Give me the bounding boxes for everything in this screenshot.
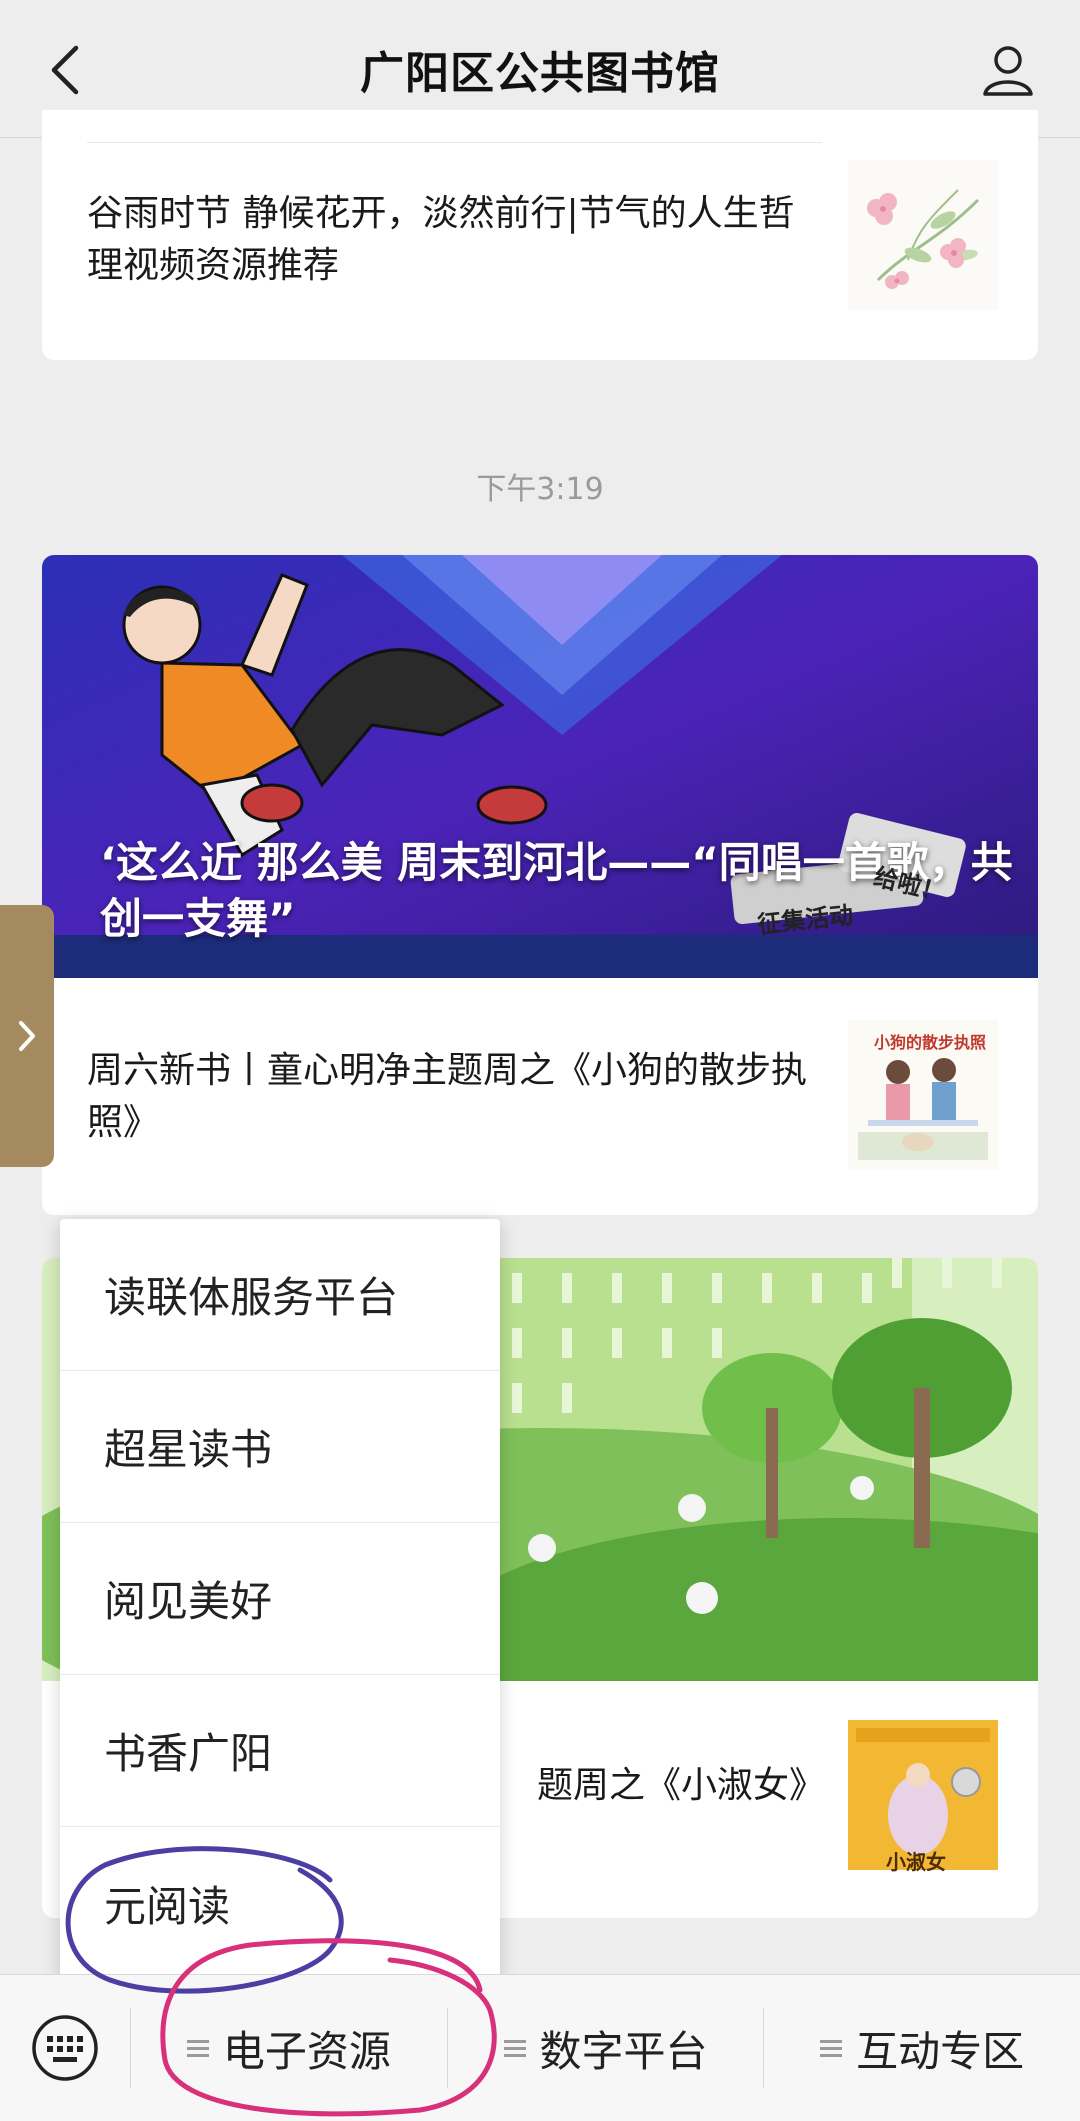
menu-item-shuxiang[interactable]: 书香广阳 [60,1675,500,1827]
message-timestamp: 下午3:19 [476,472,604,507]
flower-illustration-icon [848,160,998,310]
article-card-featured[interactable]: ‘这么近 那么美 周末到河北——“同唱一首歌，共创一支舞” 征集活动 给啦！ 周… [42,555,1038,1215]
article-card-previous[interactable]: 谷雨时节 静候花开，淡然前行|节气的人生哲理视频资源推荐 [42,110,1038,360]
menu-item-chaoxing[interactable]: 超星读书 [60,1371,500,1523]
menu-item-yuanyuedu[interactable]: 元阅读 [60,1827,500,1979]
bottom-menu-bar: 电子资源 数字平台 互动专区 [0,1974,1080,2121]
tab-label: 互动专区 [856,2026,1025,2076]
menu-item-yuejian[interactable]: 阅见美好 [60,1523,500,1675]
tab-label: 数字平台 [539,2026,708,2076]
book-cover-label: 小狗的散步执照 [873,1033,986,1052]
menu-tab-e-resources[interactable]: 电子资源 [131,1975,447,2121]
menu-lines-icon [503,2038,526,2058]
user-icon [983,46,1033,96]
keyboard-toggle-button[interactable] [0,1975,130,2121]
article-title: 周六新书丨童心明净主题周之《小狗的散步执照》 [87,1050,808,1143]
chevron-right-icon [19,1021,35,1051]
menu-item-reading-union[interactable]: 读联体服务平台 [60,1219,500,1371]
divider [87,142,822,143]
profile-button[interactable] [976,38,1040,102]
article-list-page: 广阳区公共图书馆 谷雨时节 静候花开，淡然前行|节气的人生哲理视频资源推荐 下午… [0,0,1080,2121]
menu-tab-interactive[interactable]: 互动专区 [764,1975,1080,2121]
article-title-visible-text: 题周之《小淑女》 [537,1765,826,1806]
keyboard-icon [32,2015,98,2081]
tab-label: 电子资源 [222,2026,391,2076]
chevron-left-icon [51,45,79,95]
side-expand-tab[interactable] [0,905,54,1167]
menu-tab-digital-platform[interactable]: 数字平台 [448,1975,764,2121]
page-title: 广阳区公共图书馆 [360,47,720,99]
article-title: 谷雨时节 静候花开，淡然前行|节气的人生哲理视频资源推荐 [87,193,795,286]
menu-lines-icon [820,2038,843,2058]
submenu-popup: 读联体服务平台 超星读书 阅见美好 书香广阳 元阅读 [60,1219,500,1981]
back-button[interactable] [34,38,98,102]
book-cover-label: 小淑女 [886,1850,946,1874]
menu-lines-icon [186,2038,209,2058]
